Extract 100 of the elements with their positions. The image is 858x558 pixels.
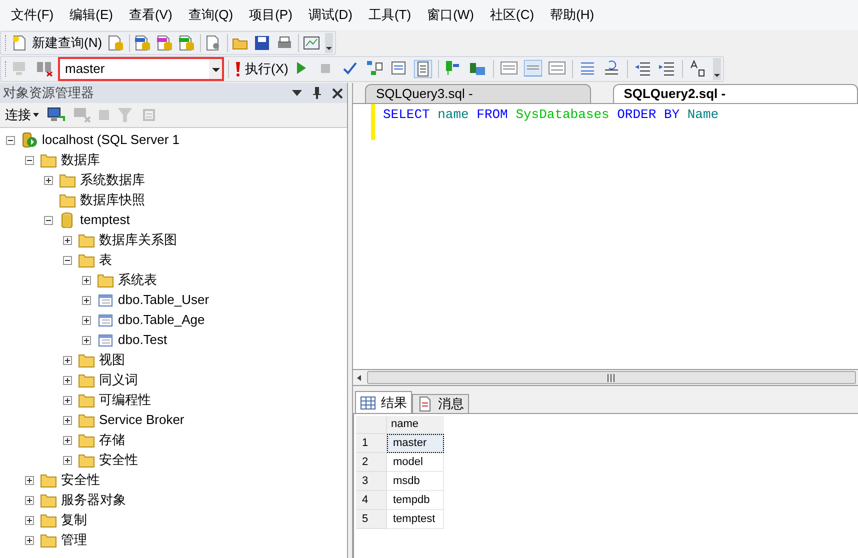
pin-icon[interactable] bbox=[312, 87, 322, 99]
tree-item[interactable]: 系统数据库 bbox=[80, 170, 145, 190]
collapse-icon[interactable] bbox=[63, 256, 72, 264]
server-chart-icon[interactable] bbox=[469, 60, 488, 78]
overflow-icon[interactable] bbox=[325, 32, 334, 52]
collapse-icon[interactable] bbox=[44, 216, 53, 224]
indent-icon[interactable] bbox=[658, 60, 676, 78]
expand-icon[interactable] bbox=[63, 356, 72, 364]
tree-item[interactable]: 管理 bbox=[61, 530, 87, 550]
execute-button[interactable]: 执行(X) bbox=[235, 59, 288, 79]
tree-item[interactable]: dbo.Test bbox=[118, 330, 168, 350]
folder-icon bbox=[97, 272, 114, 288]
tree-item[interactable]: 安全性 bbox=[99, 450, 138, 470]
collapse-icon[interactable] bbox=[25, 156, 34, 164]
result-tab[interactable]: 消息 bbox=[412, 394, 469, 413]
menu-item[interactable]: 文件(F) bbox=[3, 5, 62, 25]
expand-icon[interactable] bbox=[82, 336, 91, 344]
expand-icon[interactable] bbox=[25, 536, 34, 544]
mdx-file-icon[interactable] bbox=[134, 34, 152, 50]
table-cell[interactable]: model bbox=[387, 453, 444, 472]
menu-item[interactable]: 项目(P) bbox=[241, 5, 300, 25]
table-cell[interactable]: temptest bbox=[387, 510, 444, 529]
expand-icon[interactable] bbox=[63, 396, 72, 404]
tree-item[interactable]: 数据库快照 bbox=[80, 190, 145, 210]
menu-item[interactable]: 查询(Q) bbox=[180, 5, 242, 25]
horizontal-scrollbar[interactable] bbox=[353, 369, 858, 386]
row-number[interactable]: 5 bbox=[356, 510, 387, 529]
editor-tab[interactable]: SQLQuery2.sql - bbox=[612, 84, 858, 103]
tree-item[interactable]: 数据库 bbox=[61, 150, 100, 170]
tree-item[interactable]: 表 bbox=[99, 250, 112, 270]
plan-icon[interactable] bbox=[366, 60, 384, 78]
row-number[interactable]: 1 bbox=[356, 434, 387, 453]
database-file-icon[interactable] bbox=[107, 34, 126, 50]
disconnect-server-icon[interactable] bbox=[36, 61, 54, 77]
expand-icon[interactable] bbox=[82, 316, 91, 324]
replace-text-icon[interactable] bbox=[689, 60, 708, 78]
editor-tab[interactable]: SQLQuery3.sql - bbox=[365, 84, 591, 103]
tree-item[interactable]: dbo.Table_User bbox=[118, 290, 210, 310]
tree-item[interactable]: 系统表 bbox=[118, 270, 157, 290]
folder-icon bbox=[40, 152, 57, 168]
tree-item[interactable]: localhost (SQL Server 1 bbox=[42, 130, 180, 150]
tree-item[interactable]: 数据库关系图 bbox=[99, 230, 177, 250]
close-icon[interactable] bbox=[332, 88, 343, 98]
result-tab[interactable]: 结果 bbox=[355, 391, 412, 413]
table-cell[interactable]: master bbox=[387, 434, 444, 453]
expand-icon[interactable] bbox=[63, 456, 72, 464]
scrollbar-thumb[interactable] bbox=[367, 371, 856, 384]
database-dropdown[interactable]: master bbox=[59, 58, 223, 80]
expand-icon[interactable] bbox=[82, 276, 91, 284]
sql-statement[interactable]: SELECT name FROM SysDatabases ORDER BY Name bbox=[375, 104, 719, 120]
expand-icon[interactable] bbox=[44, 176, 53, 184]
menu-item[interactable]: 窗口(W) bbox=[419, 5, 482, 25]
folder-icon bbox=[78, 392, 95, 408]
row-number[interactable]: 2 bbox=[356, 453, 387, 472]
filter-icon bbox=[117, 107, 133, 123]
folder-icon bbox=[78, 452, 95, 468]
expand-icon[interactable] bbox=[63, 236, 72, 244]
tree-item[interactable]: 存储 bbox=[99, 430, 125, 450]
column-header[interactable]: name bbox=[387, 416, 444, 434]
outdent-icon[interactable] bbox=[634, 60, 652, 78]
row-number[interactable]: 3 bbox=[356, 472, 387, 491]
tree-item[interactable]: 可编程性 bbox=[99, 390, 151, 410]
menu-item[interactable]: 查看(V) bbox=[120, 5, 180, 25]
grid-corner-cell[interactable] bbox=[356, 416, 387, 434]
collapse-icon[interactable] bbox=[6, 136, 15, 144]
server-icon bbox=[21, 132, 38, 148]
expand-icon[interactable] bbox=[25, 496, 34, 504]
folder-icon bbox=[40, 512, 57, 528]
expand-icon[interactable] bbox=[63, 376, 72, 384]
menu-item[interactable]: 工具(T) bbox=[360, 5, 420, 25]
expand-icon[interactable] bbox=[82, 296, 91, 304]
tree-item[interactable]: 服务器对象 bbox=[61, 490, 126, 510]
menu-item[interactable]: 帮助(H) bbox=[542, 5, 602, 25]
folder-icon bbox=[59, 172, 76, 188]
menu-item[interactable]: 社区(C) bbox=[482, 5, 542, 25]
expand-icon[interactable] bbox=[25, 476, 34, 484]
tree-item[interactable]: dbo.Table_Age bbox=[118, 310, 205, 330]
dropdown-icon[interactable] bbox=[292, 90, 302, 96]
table-cell[interactable]: tempdb bbox=[387, 491, 444, 510]
menu-item[interactable]: 编辑(E) bbox=[62, 5, 121, 25]
chart-icon[interactable] bbox=[303, 34, 322, 50]
expand-icon[interactable] bbox=[25, 516, 34, 524]
expand-icon[interactable] bbox=[63, 416, 72, 424]
results-grid-icon[interactable] bbox=[414, 60, 432, 78]
folder-icon bbox=[59, 192, 76, 208]
dmx-file-icon[interactable] bbox=[156, 34, 174, 50]
table-cell[interactable]: msdb bbox=[387, 472, 444, 491]
tree-item[interactable]: temptest bbox=[80, 210, 130, 230]
connect-icon[interactable] bbox=[47, 107, 65, 123]
xmla-file-icon[interactable] bbox=[178, 34, 196, 50]
tree-item[interactable]: 同义词 bbox=[99, 370, 138, 390]
row-number[interactable]: 4 bbox=[356, 491, 387, 510]
overflow-icon[interactable] bbox=[713, 58, 722, 80]
connect-button[interactable]: 连接 bbox=[5, 105, 39, 125]
menu-item[interactable]: 调试(D) bbox=[300, 5, 360, 25]
tree-item[interactable]: 安全性 bbox=[61, 470, 100, 490]
tree-item[interactable]: Service Broker bbox=[99, 410, 184, 430]
expand-icon[interactable] bbox=[63, 436, 72, 444]
tree-item[interactable]: 复制 bbox=[61, 510, 87, 530]
tree-item[interactable]: 视图 bbox=[99, 350, 125, 370]
